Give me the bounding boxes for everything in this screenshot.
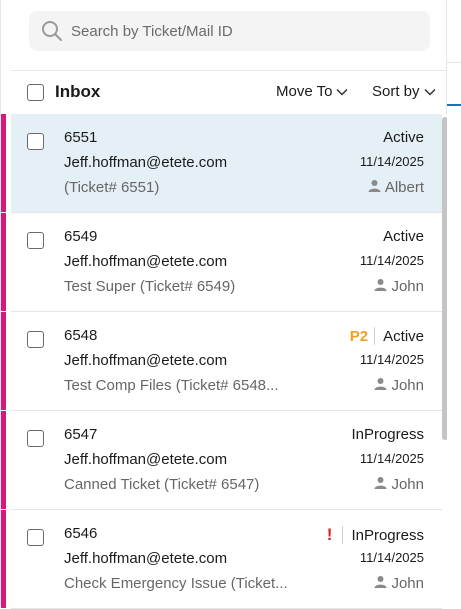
urgent-icon: ! — [326, 525, 333, 544]
inbox-title: Inbox — [55, 82, 101, 101]
search-icon — [41, 20, 63, 42]
row-checkbox[interactable] — [27, 232, 44, 249]
divider — [374, 327, 376, 345]
ticket-list-panel: Inbox Move To Sort by 6551 Jeff.hoffman@… — [0, 0, 448, 609]
ticket-email: Jeff.hoffman@etete.com — [64, 154, 228, 171]
sort-by-dropdown[interactable]: Sort by — [372, 83, 436, 100]
status-label: Active — [383, 327, 424, 345]
list-item[interactable]: 6549 Jeff.hoffman@etete.com Test Super (… — [1, 213, 442, 312]
ticket-email: Jeff.hoffman@etete.com — [64, 253, 228, 270]
user-icon — [374, 377, 387, 394]
select-all-checkbox[interactable] — [27, 84, 44, 101]
row-checkbox[interactable] — [27, 331, 44, 348]
agent-name: John — [391, 476, 424, 493]
user-icon — [374, 575, 387, 592]
search-input[interactable] — [71, 22, 401, 40]
user-icon — [368, 179, 381, 196]
ticket-status: P2 Active — [350, 327, 424, 345]
agent-name: John — [391, 278, 424, 295]
row-checkbox[interactable] — [27, 430, 44, 447]
ticket-date: 11/14/2025 — [359, 451, 424, 466]
move-to-dropdown[interactable]: Move To — [276, 83, 348, 100]
status-label: Active — [383, 228, 424, 245]
ticket-subject: Check Emergency Issue (Ticket... — [64, 575, 288, 592]
agent-name: John — [391, 377, 424, 394]
ticket-id: 6551 — [64, 129, 98, 146]
status-label: Active — [383, 129, 424, 146]
status-label: InProgress — [351, 426, 424, 443]
divider — [342, 526, 344, 544]
agent-name: Albert — [384, 179, 424, 196]
ticket-agent: Albert — [368, 179, 424, 196]
user-icon — [374, 476, 387, 493]
ticket-id: 6546 — [64, 525, 98, 542]
ticket-list: 6551 Jeff.hoffman@etete.com (Ticket# 655… — [1, 114, 442, 609]
ticket-subject: Canned Ticket (Ticket# 6547) — [64, 476, 260, 493]
ticket-date: 11/14/2025 — [359, 352, 424, 367]
ticket-status: InProgress — [351, 426, 424, 443]
priority-badge: P2 — [349, 327, 369, 345]
user-icon — [374, 278, 387, 295]
ticket-date: 11/14/2025 — [359, 154, 424, 169]
ticket-id: 6548 — [64, 327, 98, 344]
inbox-header: Inbox Move To Sort by — [11, 71, 448, 114]
list-item[interactable]: 6547 Jeff.hoffman@etete.com Canned Ticke… — [1, 411, 442, 510]
ticket-id: 6549 — [64, 228, 98, 245]
ticket-date: 11/14/2025 — [359, 253, 424, 268]
ticket-email: Jeff.hoffman@etete.com — [64, 451, 228, 468]
status-label: InProgress — [351, 526, 424, 544]
ticket-status: Active — [383, 228, 424, 245]
move-to-label: Move To — [276, 83, 333, 100]
list-item[interactable]: 6546 Jeff.hoffman@etete.com Check Emerge… — [1, 510, 442, 609]
ticket-agent: John — [374, 575, 424, 592]
ticket-agent: John — [374, 278, 424, 295]
chevron-down-icon — [336, 83, 348, 100]
list-item[interactable]: 6548 Jeff.hoffman@etete.com Test Comp Fi… — [1, 312, 442, 411]
ticket-subject: Test Super (Ticket# 6549) — [64, 278, 236, 295]
row-checkbox[interactable] — [27, 133, 44, 150]
ticket-email: Jeff.hoffman@etete.com — [64, 550, 228, 567]
ticket-id: 6547 — [64, 426, 98, 443]
tab-underline — [447, 104, 461, 106]
ticket-subject: Test Comp Files (Ticket# 6548... — [64, 377, 279, 394]
ticket-status: ! InProgress — [327, 525, 424, 545]
ticket-date: 11/14/2025 — [359, 550, 424, 565]
divider — [447, 62, 461, 63]
search-box[interactable] — [29, 11, 430, 51]
ticket-status: Active — [383, 129, 424, 146]
list-item[interactable]: 6551 Jeff.hoffman@etete.com (Ticket# 655… — [1, 114, 442, 213]
row-checkbox[interactable] — [27, 529, 44, 546]
ticket-email: Jeff.hoffman@etete.com — [64, 352, 228, 369]
chevron-down-icon — [424, 83, 436, 100]
sort-by-label: Sort by — [372, 83, 420, 100]
ticket-agent: John — [374, 377, 424, 394]
ticket-subject: (Ticket# 6551) — [64, 179, 160, 196]
adjacent-pane-edge — [447, 0, 461, 606]
agent-name: John — [391, 575, 424, 592]
ticket-agent: John — [374, 476, 424, 493]
